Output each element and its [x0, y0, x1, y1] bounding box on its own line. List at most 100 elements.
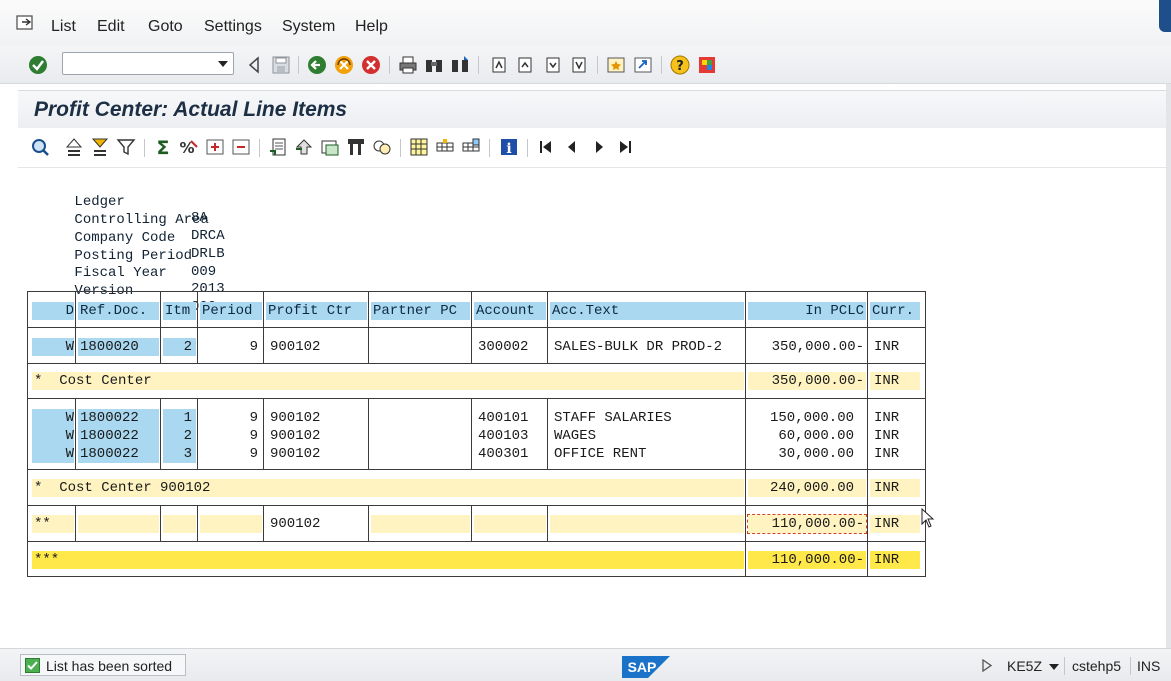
cell-refdoc[interactable]: 1800020	[78, 338, 159, 356]
change-layout-icon[interactable]	[435, 137, 455, 157]
total-row[interactable]: *** 110,000.00- INR	[28, 542, 925, 577]
status-bar: List has been sorted SAP KE5Z cstehp5 IN…	[0, 648, 1171, 681]
first-page-nav-icon[interactable]	[536, 137, 556, 157]
filter-icon[interactable]	[116, 137, 136, 157]
column-divider	[75, 327, 76, 363]
column-divider	[263, 505, 264, 541]
cell-acc-text: STAFF SALARIES	[554, 410, 672, 426]
column-header-itm[interactable]: Itm	[163, 302, 196, 320]
last-page-icon[interactable]	[569, 55, 589, 75]
find-icon[interactable]	[424, 55, 444, 75]
last-page-nav-icon[interactable]	[615, 137, 635, 157]
cancel-icon[interactable]	[361, 55, 381, 75]
subtotal-row[interactable]: ** 900102 110,000.00- INR	[28, 506, 925, 541]
cell-refdoc[interactable]: 1800022	[78, 445, 159, 463]
menu-edit[interactable]: Edit	[97, 18, 125, 36]
table-row[interactable]: W 1800022 1 9 900102 400101 STAFF SALARI…	[28, 409, 925, 427]
column-header-d[interactable]: D	[32, 302, 74, 320]
insert-mode[interactable]: INS	[1137, 658, 1160, 674]
column-header-partner-pc[interactable]: Partner PC	[371, 302, 470, 320]
find-next-icon[interactable]	[450, 55, 470, 75]
column-header-period[interactable]: Period	[200, 302, 262, 320]
column-header-account[interactable]: Account	[474, 302, 546, 320]
toolbar-separator	[661, 56, 662, 74]
first-page-icon[interactable]	[489, 55, 509, 75]
cell-partner-pc	[371, 409, 470, 427]
command-field-collapse-icon[interactable]	[244, 55, 264, 75]
column-header-acc-text[interactable]: Acc.Text	[550, 302, 744, 320]
transaction-code[interactable]: KE5Z	[1007, 658, 1059, 674]
cell-amount: 30,000.00	[778, 446, 854, 462]
create-shortcut-icon[interactable]	[633, 55, 653, 75]
system-menu-icon[interactable]	[16, 14, 36, 32]
menu-edit-label: Edit	[97, 18, 125, 35]
subtotal-row[interactable]: * Cost Center 900102 240,000.00 INR	[28, 470, 925, 505]
svg-text:SAP: SAP	[628, 659, 657, 675]
details-icon[interactable]	[30, 137, 50, 157]
chevron-down-icon[interactable]	[1048, 664, 1059, 671]
subtotal-label: * Cost Center 900102	[32, 479, 744, 497]
menu-goto[interactable]: Goto	[148, 18, 183, 36]
column-divider	[368, 505, 369, 541]
cell-account-empty	[474, 515, 546, 533]
table-row[interactable]: W 1800022 2 9 900102 400103 WAGES 60,000…	[28, 427, 925, 445]
status-separator	[1064, 657, 1065, 675]
column-header-profit-ctr[interactable]: Profit Ctr	[266, 302, 367, 320]
next-page-nav-icon[interactable]	[589, 137, 609, 157]
create-session-icon[interactable]	[606, 55, 626, 75]
status-message[interactable]: List has been sorted	[20, 654, 186, 676]
chevron-down-icon[interactable]	[218, 61, 228, 68]
menu-system[interactable]: System	[282, 18, 335, 36]
next-page-icon[interactable]	[543, 55, 563, 75]
total-icon[interactable]: Σ	[153, 137, 173, 157]
collapse-icon[interactable]	[231, 137, 251, 157]
sort-descending-icon[interactable]	[90, 137, 110, 157]
column-header-in-pclc[interactable]: In PCLC	[748, 302, 866, 320]
cell-curr: INR	[874, 410, 900, 426]
information-icon[interactable]: i	[499, 137, 519, 157]
previous-page-icon[interactable]	[515, 55, 535, 75]
send-icon[interactable]	[320, 137, 340, 157]
menu-help[interactable]: Help	[355, 18, 388, 36]
table-row[interactable]: W 1800020 2 9 900102 300002 SALES-BULK D…	[28, 328, 925, 363]
cell-refdoc-empty	[78, 515, 159, 533]
column-header-curr[interactable]: Curr.	[870, 302, 920, 320]
back-icon[interactable]	[307, 55, 327, 75]
system-info-toggle-icon[interactable]	[982, 659, 992, 672]
save-variant-icon[interactable]	[372, 137, 392, 157]
menu-help-label: Help	[355, 18, 388, 35]
sort-ascending-icon[interactable]	[64, 137, 84, 157]
toolbar-separator	[478, 56, 479, 74]
previous-page-nav-icon[interactable]	[562, 137, 582, 157]
subtotal-icon[interactable]: %	[179, 137, 199, 157]
status-separator	[1130, 657, 1131, 675]
table-row[interactable]: W 1800022 3 9 900102 400301 OFFICE RENT …	[28, 445, 925, 463]
column-divider	[197, 292, 198, 327]
subtotal-amount-selected[interactable]: 110,000.00-	[747, 514, 867, 534]
menu-list[interactable]: List	[51, 18, 76, 36]
exit-icon[interactable]	[334, 55, 354, 75]
display-variant-icon[interactable]	[346, 137, 366, 157]
export-icon[interactable]	[294, 137, 314, 157]
toolbar-separator	[400, 139, 401, 157]
svg-text:?: ?	[676, 59, 684, 74]
print-icon[interactable]	[398, 55, 418, 75]
help-icon[interactable]: ?	[670, 55, 690, 75]
menu-settings-label: Settings	[204, 18, 262, 35]
column-divider	[160, 327, 161, 363]
enter-check-icon[interactable]	[28, 55, 48, 75]
menu-settings[interactable]: Settings	[204, 18, 262, 36]
save-layout-icon[interactable]	[461, 137, 481, 157]
save-icon[interactable]	[271, 55, 291, 75]
cell-refdoc[interactable]: 1800022	[78, 427, 159, 445]
column-header-refdoc[interactable]: Ref.Doc.	[78, 302, 159, 320]
command-field-input[interactable]	[63, 53, 211, 73]
expand-icon[interactable]	[205, 137, 225, 157]
cell-curr: INR	[874, 428, 900, 444]
cell-refdoc[interactable]: 1800022	[78, 409, 159, 427]
choose-layout-icon[interactable]	[409, 137, 429, 157]
print-preview-icon[interactable]	[268, 137, 288, 157]
command-field[interactable]	[62, 52, 234, 75]
subtotal-row[interactable]: * Cost Center 350,000.00- INR	[28, 364, 925, 398]
customize-layout-icon[interactable]	[697, 55, 717, 75]
